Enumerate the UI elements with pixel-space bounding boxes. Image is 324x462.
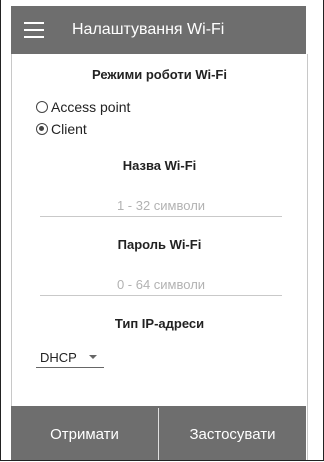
ip-type-value: DHCP xyxy=(40,349,77,365)
radio-checked-icon[interactable] xyxy=(36,123,48,135)
radio-access-point-label: Access point xyxy=(51,99,131,115)
password-label: Пароль Wi-Fi xyxy=(117,237,202,252)
hamburger-menu-icon[interactable] xyxy=(24,22,44,38)
radio-access-point[interactable]: Access point xyxy=(36,99,130,115)
radio-unchecked-icon[interactable] xyxy=(36,101,48,113)
ip-type-label: Тип IP-адреси xyxy=(114,316,205,331)
apply-button[interactable]: Застосувати xyxy=(159,406,306,460)
app-bar: Налаштування Wi-Fi xyxy=(11,6,306,54)
ssid-label: Назва Wi-Fi xyxy=(122,158,197,173)
screen: Налаштування Wi-Fi Режими роботи Wi-Fi A… xyxy=(0,0,324,461)
get-button[interactable]: Отримати xyxy=(11,406,158,460)
wifi-mode-title: Режими роботи Wi-Fi xyxy=(92,67,227,82)
ssid-input[interactable] xyxy=(40,194,282,217)
radio-client-label: Client xyxy=(51,121,87,137)
radio-client[interactable]: Client xyxy=(36,121,87,137)
dropdown-arrow-icon xyxy=(88,355,97,359)
settings-form: Режими роботи Wi-Fi Access point Client … xyxy=(11,54,308,460)
page-title: Налаштування Wi-Fi xyxy=(72,21,225,38)
password-input[interactable] xyxy=(40,273,282,296)
bottom-action-bar: Отримати Застосувати xyxy=(11,406,306,460)
ip-type-select[interactable]: DHCP xyxy=(36,347,104,368)
